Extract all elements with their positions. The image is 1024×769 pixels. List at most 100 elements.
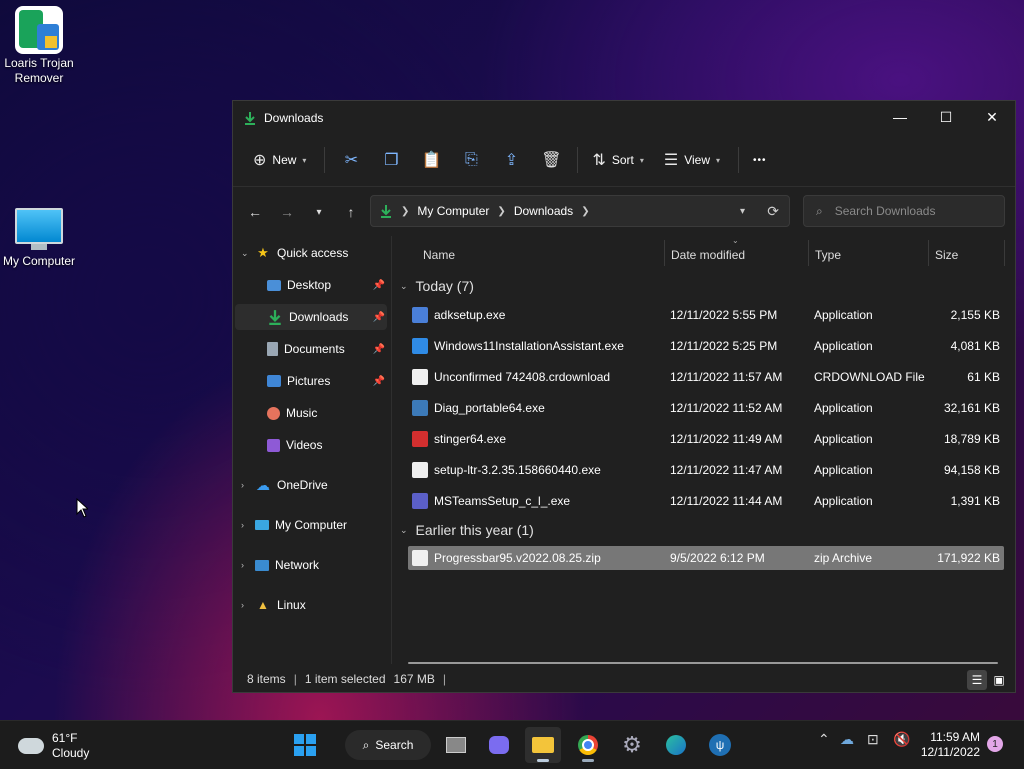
file-explorer-taskbar-button[interactable] — [525, 727, 561, 763]
group-header-today[interactable]: ⌄ Today (7) — [400, 278, 474, 294]
sidebar-item-videos[interactable]: Videos — [235, 432, 387, 458]
file-row[interactable]: MSTeamsSetup_c_l_.exe 12/11/2022 11:44 AM… — [408, 489, 1004, 513]
tiles-view-button[interactable]: ▣ — [989, 670, 1009, 690]
file-date: 12/11/2022 5:25 PM — [670, 339, 778, 353]
desktop-icon-loaris[interactable]: Loaris Trojan Remover — [0, 6, 78, 86]
up-button[interactable]: ↑ — [335, 196, 367, 228]
view-button[interactable]: ☰ View ▾ — [656, 144, 728, 176]
forward-button[interactable]: → — [271, 196, 303, 228]
chat-button[interactable] — [481, 727, 517, 763]
download-icon — [269, 310, 281, 325]
column-header-date[interactable]: Date modified — [671, 248, 745, 262]
file-size: 32,161 KB — [943, 401, 1000, 415]
address-dropdown-button[interactable]: ▾ — [740, 206, 745, 217]
sidebar-item-documents[interactable]: Documents 📌 — [235, 336, 387, 362]
settings-button[interactable]: ⚙ — [614, 727, 650, 763]
file-date: 12/11/2022 11:49 AM — [670, 432, 783, 446]
sort-button[interactable]: ⇅ Sort ▾ — [584, 144, 651, 176]
cut-button[interactable]: ✂ — [331, 144, 371, 176]
chevron-right-icon: ❯ — [497, 205, 506, 217]
file-type: Application — [814, 308, 873, 322]
refresh-button[interactable]: ⟳ — [767, 203, 779, 220]
sort-indicator-icon: ⌄ — [732, 236, 739, 245]
column-header-size[interactable]: Size — [935, 248, 958, 262]
file-icon — [412, 307, 428, 323]
close-button[interactable]: ✕ — [969, 101, 1015, 133]
edge-button[interactable] — [658, 727, 694, 763]
title-bar[interactable]: Downloads — ☐ ✕ — [233, 101, 1015, 134]
list-view-icon: ☰ — [663, 152, 679, 169]
file-row[interactable]: setup-ltr-3.2.35.158660440.exe 12/11/2022… — [408, 458, 1004, 482]
delete-button[interactable]: 🗑 — [531, 144, 571, 176]
music-icon — [267, 406, 280, 420]
sidebar-item-label: Network — [275, 558, 320, 572]
sidebar-item-linux[interactable]: › ▲ Linux — [233, 592, 385, 618]
minimize-button[interactable]: — — [877, 101, 923, 133]
weather-widget[interactable]: 61°F Cloudy — [18, 731, 89, 761]
chevron-down-icon: ⌄ — [400, 524, 408, 535]
file-date: 12/11/2022 11:52 AM — [670, 401, 783, 415]
taskbar-search-button[interactable]: ⌕ Search — [345, 730, 431, 760]
onedrive-tray-icon[interactable]: ☁ — [840, 731, 854, 748]
column-header-type[interactable]: Type — [815, 248, 841, 262]
breadcrumb-downloads[interactable]: Downloads — [514, 204, 573, 218]
search-input[interactable] — [832, 203, 987, 219]
recent-locations-button[interactable]: ▾ — [303, 196, 335, 228]
clock[interactable]: 11:59 AM 12/11/2022 — [918, 730, 980, 760]
penguin-icon: ▲ — [257, 598, 269, 612]
file-row[interactable]: Progressbar95.v2022.08.25.zip 9/5/2022 6:… — [408, 546, 1004, 570]
address-bar[interactable]: ❯ My Computer ❯ Downloads ❯ ▾ ⟳ — [370, 195, 790, 227]
paste-button[interactable]: 📋 — [411, 144, 451, 176]
chrome-button[interactable] — [570, 727, 606, 763]
sidebar-item-network[interactable]: › Network — [233, 552, 385, 578]
chevron-right-icon: › — [241, 520, 244, 530]
file-name: adksetup.exe — [434, 308, 506, 322]
start-button[interactable] — [287, 727, 323, 763]
file-row[interactable]: adksetup.exe 12/11/2022 5:55 PM Applicatio… — [408, 303, 1004, 327]
horizontal-scrollbar[interactable] — [408, 662, 998, 664]
sidebar-item-quick-access[interactable]: ⌄ ★ Quick access — [233, 240, 385, 266]
share-button[interactable]: ⇪ — [491, 144, 531, 176]
file-size: 61 KB — [967, 370, 1000, 384]
file-row[interactable]: Windows11InstallationAssistant.exe 12/11/… — [408, 334, 1004, 358]
download-icon — [245, 111, 255, 125]
command-bar: ⊕ New ▾ ✂ ❐ 📋 ⎘ ⇪ 🗑 ⇅ Sort ▾ ☰ View ▾ ••… — [233, 134, 1015, 187]
rename-button[interactable]: ⎘ — [451, 144, 491, 176]
network-icon — [255, 559, 269, 571]
desktop-icon-my-computer[interactable]: My Computer — [0, 204, 78, 269]
file-row[interactable]: stinger64.exe 12/11/2022 11:49 AM Applicat… — [408, 427, 1004, 451]
copy-button[interactable]: ❐ — [371, 144, 411, 176]
sidebar-item-downloads[interactable]: Downloads 📌 — [235, 304, 387, 330]
sidebar-item-onedrive[interactable]: › ☁ OneDrive — [233, 472, 385, 498]
search-icon: ⌕ — [816, 203, 823, 218]
column-header-name[interactable]: Name — [423, 248, 455, 262]
file-type: Application — [814, 339, 873, 353]
file-row[interactable]: Diag_portable64.exe 12/11/2022 11:52 AM Ap… — [408, 396, 1004, 420]
search-box[interactable]: ⌕ — [803, 195, 1005, 227]
column-headers: Name Date modified ⌄ Type Size — [392, 236, 1015, 270]
sidebar-item-pictures[interactable]: Pictures 📌 — [235, 368, 387, 394]
notification-badge[interactable]: 1 — [987, 736, 1003, 752]
sidebar-item-my-computer[interactable]: › My Computer — [233, 512, 385, 538]
sidebar-item-music[interactable]: Music — [235, 400, 387, 426]
group-header-earlier[interactable]: ⌄ Earlier this year (1) — [400, 522, 534, 538]
volume-muted-icon[interactable]: 🔇 — [893, 731, 910, 748]
chevron-down-icon: ▾ — [302, 155, 307, 165]
show-hidden-icons-button[interactable]: ⌃ — [818, 731, 830, 748]
task-view-button[interactable] — [438, 727, 474, 763]
sidebar-item-desktop[interactable]: Desktop 📌 — [235, 272, 387, 298]
breadcrumb-my-computer[interactable]: My Computer — [417, 204, 489, 218]
app-button[interactable]: ψ — [702, 727, 738, 763]
desktop-icon-label: My Computer — [2, 254, 76, 268]
more-options-button[interactable]: ••• — [745, 144, 775, 176]
maximize-button[interactable]: ☐ — [923, 101, 969, 133]
network-tray-icon[interactable]: ⊡ — [867, 731, 879, 748]
details-view-button[interactable]: ☰ — [967, 670, 987, 690]
back-button[interactable]: ← — [239, 196, 271, 228]
chrome-icon — [578, 735, 598, 755]
new-button[interactable]: ⊕ New ▾ — [245, 144, 314, 176]
file-row[interactable]: Unconfirmed 742408.crdownload 12/11/2022 … — [408, 365, 1004, 389]
chevron-right-icon: ❯ — [401, 205, 410, 217]
gear-icon: ⚙ — [622, 732, 642, 757]
pictures-icon — [267, 375, 281, 387]
